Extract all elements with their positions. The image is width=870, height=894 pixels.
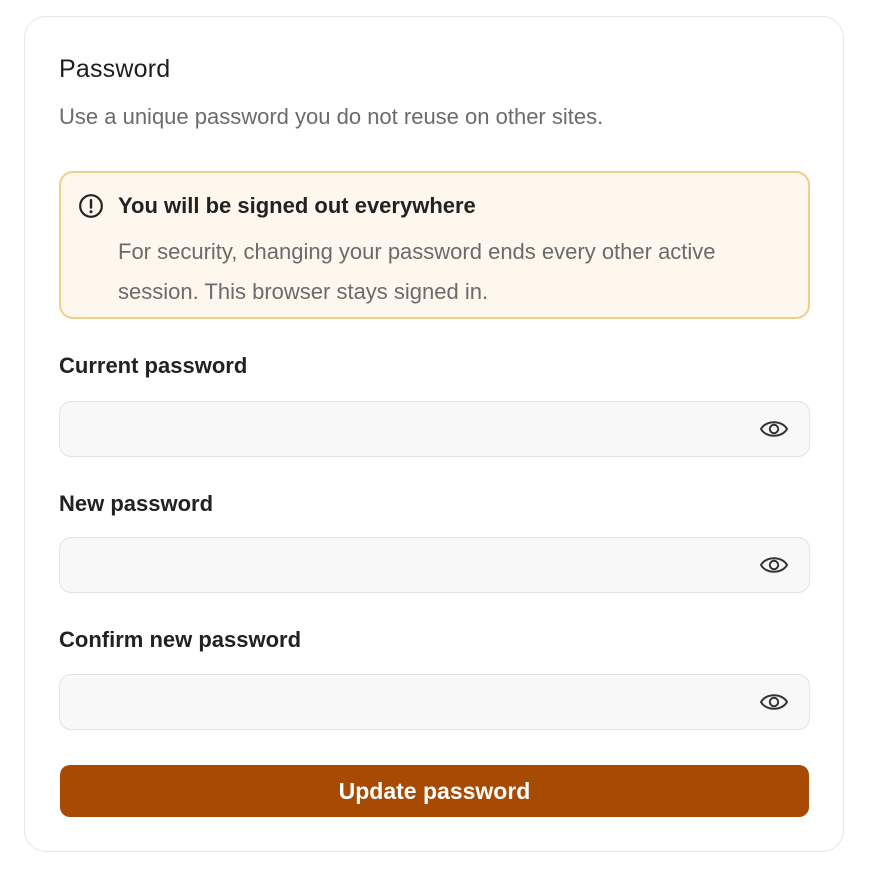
password-card: Password Use a unique password you do no… — [24, 16, 844, 852]
new-password-label: New password — [59, 491, 214, 516]
section-subtitle: Use a unique password you do not reuse o… — [59, 104, 604, 129]
confirm-password-field — [59, 674, 810, 730]
alert-title: You will be signed out everywhere — [118, 193, 476, 218]
new-password-field — [59, 537, 810, 593]
eye-icon[interactable] — [759, 552, 789, 578]
update-password-button[interactable]: Update password — [60, 765, 809, 817]
current-password-field — [59, 401, 810, 457]
current-password-label: Current password — [59, 353, 248, 378]
section-title: Password — [59, 55, 171, 83]
alert-body: For security, changing your password end… — [118, 239, 716, 304]
confirm-password-label: Confirm new password — [59, 627, 302, 652]
new-password-input[interactable] — [60, 538, 740, 592]
eye-icon[interactable] — [759, 689, 789, 715]
exclamation-circle-icon — [79, 194, 103, 218]
current-password-input[interactable] — [60, 402, 740, 456]
eye-icon[interactable] — [759, 416, 789, 442]
signout-warning-alert: You will be signed out everywhere For se… — [59, 171, 810, 319]
confirm-password-input[interactable] — [60, 675, 740, 729]
